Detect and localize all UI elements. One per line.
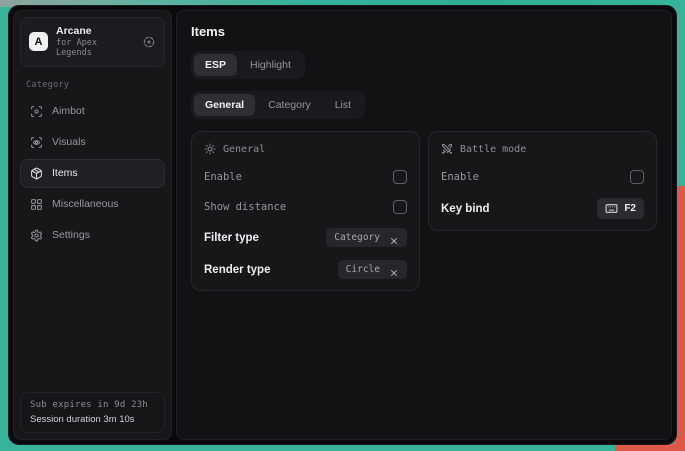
setting-row-enable: Enable xyxy=(204,168,407,185)
settings-panels: General Enable Show distance Filter type… xyxy=(191,131,657,291)
page-title: Items xyxy=(191,24,657,39)
battle-mode-panel: Battle mode Enable Key bind F2 xyxy=(428,131,657,231)
tab-list[interactable]: List xyxy=(324,94,362,116)
filter-type-select[interactable]: Category xyxy=(326,228,407,247)
setting-row-battle-enable: Enable xyxy=(441,168,644,185)
sidebar-item-miscellaneous[interactable]: Miscellaneous xyxy=(20,190,165,219)
sub-expiry-text: Sub expires in 9d 23h xyxy=(30,400,155,410)
enable-checkbox[interactable] xyxy=(393,170,407,184)
general-panel-title: General xyxy=(223,144,265,155)
app-logo: A xyxy=(29,32,48,51)
sidebar-item-aimbot[interactable]: Aimbot xyxy=(20,97,165,126)
app-subtitle: for Apex Legends xyxy=(56,39,134,59)
sidebar-item-label: Visuals xyxy=(52,136,86,148)
keyboard-icon xyxy=(605,202,618,215)
swords-icon xyxy=(441,143,453,155)
general-panel-header: General xyxy=(204,143,407,155)
render-type-select[interactable]: Circle xyxy=(338,260,407,279)
setting-row-show-distance: Show distance xyxy=(204,198,407,215)
show-distance-checkbox[interactable] xyxy=(393,200,407,214)
setting-label: Render type xyxy=(204,264,270,276)
battle-mode-panel-header: Battle mode xyxy=(441,143,644,155)
tab-esp[interactable]: ESP xyxy=(194,54,237,76)
session-duration-text: Session duration 3m 10s xyxy=(30,414,155,425)
gear-icon xyxy=(30,229,43,242)
setting-label: Key bind xyxy=(441,203,490,215)
scan-eye-icon xyxy=(30,136,43,149)
sidebar-item-settings[interactable]: Settings xyxy=(20,221,165,250)
sidebar-item-label: Items xyxy=(52,167,78,179)
keybind-button[interactable]: F2 xyxy=(597,198,644,219)
sidebar: A Arcane for Apex Legends Category Aimbo… xyxy=(13,10,172,440)
crosshair-icon[interactable] xyxy=(142,35,156,49)
render-type-value: Circle xyxy=(346,264,380,275)
game-backdrop-red-corner xyxy=(615,444,685,451)
setting-row-filter-type: Filter type Category xyxy=(204,228,407,247)
keybind-value: F2 xyxy=(624,203,636,214)
subscription-status: Sub expires in 9d 23h Session duration 3… xyxy=(20,392,165,433)
sun-icon xyxy=(204,143,216,155)
close-icon[interactable] xyxy=(389,265,399,275)
setting-label: Show distance xyxy=(204,201,286,213)
sidebar-item-items[interactable]: Items xyxy=(20,159,165,188)
setting-row-render-type: Render type Circle xyxy=(204,260,407,279)
focus-icon xyxy=(30,105,43,118)
app-title: Arcane xyxy=(56,25,134,37)
app-header: A Arcane for Apex Legends xyxy=(20,17,165,67)
battle-enable-checkbox[interactable] xyxy=(630,170,644,184)
mode-tab-group: ESP Highlight xyxy=(191,51,305,79)
app-meta: Arcane for Apex Legends xyxy=(56,25,134,59)
setting-row-key-bind: Key bind F2 xyxy=(441,198,644,219)
sidebar-section-label: Category xyxy=(26,80,159,90)
setting-label: Enable xyxy=(441,171,479,183)
layout-grid-icon xyxy=(30,198,43,211)
sidebar-item-visuals[interactable]: Visuals xyxy=(20,128,165,157)
battle-mode-panel-title: Battle mode xyxy=(460,144,526,155)
tab-category[interactable]: Category xyxy=(257,94,322,116)
sidebar-item-label: Miscellaneous xyxy=(52,198,119,210)
setting-label: Enable xyxy=(204,171,242,183)
sidebar-item-label: Aimbot xyxy=(52,105,85,117)
app-window: A Arcane for Apex Legends Category Aimbo… xyxy=(8,5,677,445)
tab-highlight[interactable]: Highlight xyxy=(239,54,302,76)
package-icon xyxy=(30,167,43,180)
view-tab-group: General Category List xyxy=(191,91,365,119)
general-panel: General Enable Show distance Filter type… xyxy=(191,131,420,291)
main-content: Items ESP Highlight General Category Lis… xyxy=(176,10,672,440)
sidebar-item-label: Settings xyxy=(52,229,90,241)
tab-general[interactable]: General xyxy=(194,94,255,116)
setting-label: Filter type xyxy=(204,232,259,244)
close-icon[interactable] xyxy=(389,233,399,243)
filter-type-value: Category xyxy=(334,232,380,243)
